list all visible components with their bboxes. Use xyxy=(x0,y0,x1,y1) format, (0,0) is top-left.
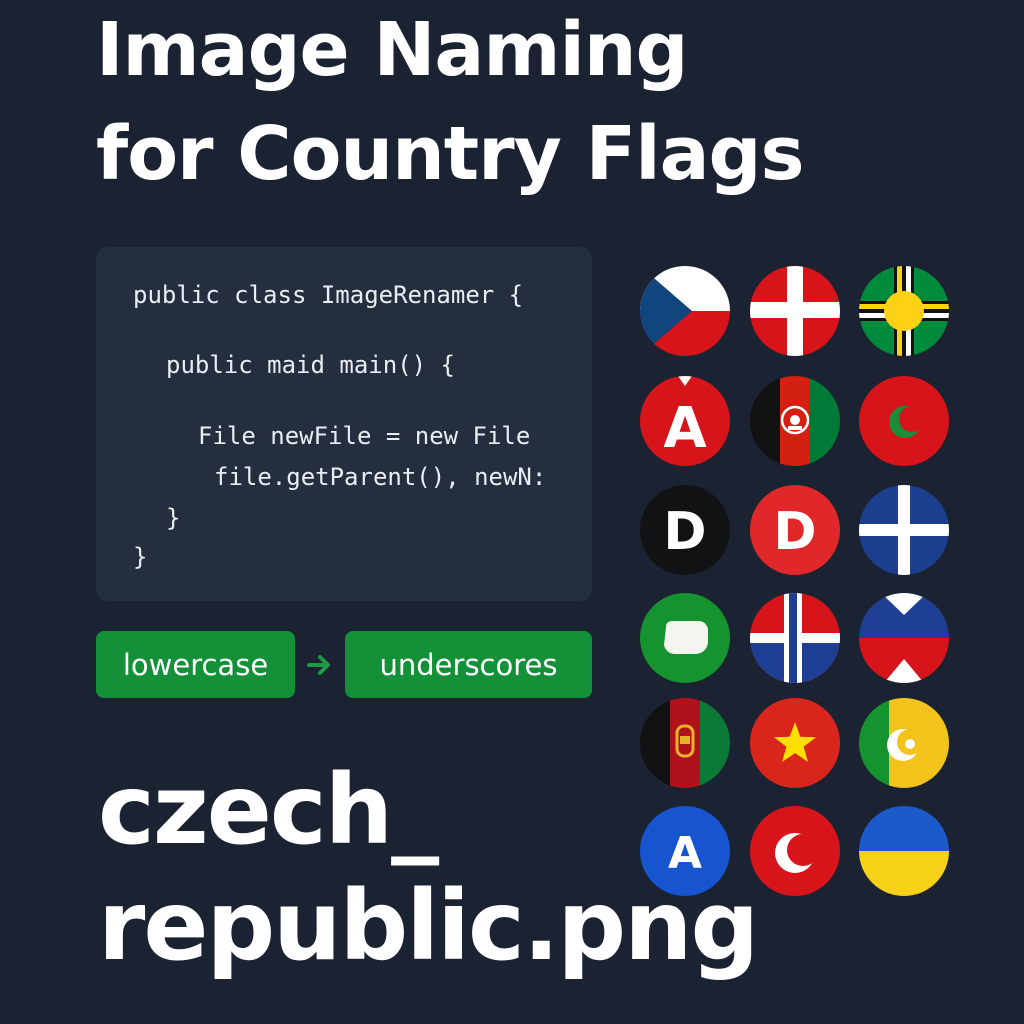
lowercase-step: lowercase xyxy=(96,631,295,698)
flag-blue-letter-a-icon: A xyxy=(640,806,730,896)
flag-czech-republic-icon xyxy=(640,266,730,356)
flag-red-letter-d-icon: D xyxy=(750,485,840,575)
flag-norway-cross-icon xyxy=(750,593,840,683)
code-line: } xyxy=(133,543,148,571)
title-line-2: for Country Flags xyxy=(96,111,805,197)
code-panel: public class ImageRenamer { public maid … xyxy=(96,247,592,601)
flag-green-yellow-crescent-icon xyxy=(859,698,949,788)
flag-black-letter-d-icon: D xyxy=(640,485,730,575)
flag-green-white-oval-icon xyxy=(640,593,730,683)
page-title: Image Naming for Country Flags xyxy=(96,0,805,206)
svg-text:D: D xyxy=(773,502,816,562)
flag-red-yellow-star-icon xyxy=(750,698,840,788)
flag-blue-white-cross-icon xyxy=(859,485,949,575)
flag-black-red-green-vertical-icon xyxy=(640,698,730,788)
flag-yellow-circle-cross-icon xyxy=(859,266,949,356)
svg-text:D: D xyxy=(663,502,706,562)
title-line-1: Image Naming xyxy=(96,7,688,93)
flag-blue-yellow-horizontal-icon xyxy=(859,806,949,896)
code-line: File newFile = new File xyxy=(198,422,531,450)
flag-afghanistan-icon xyxy=(750,376,840,466)
code-line: } xyxy=(166,504,181,532)
code-line: public maid main() { xyxy=(166,351,455,379)
flag-red-letter-a-icon: A xyxy=(640,376,730,466)
svg-text:A: A xyxy=(668,828,702,879)
svg-text:A: A xyxy=(663,396,707,461)
code-line: file.getParent(), newN: xyxy=(214,463,547,491)
flag-blue-red-chevron-icon xyxy=(859,593,949,683)
arrow-right-icon xyxy=(307,655,330,675)
flag-grid: A D D A xyxy=(640,266,950,898)
flag-red-green-crescent-icon xyxy=(859,376,949,466)
flag-red-crescent-icon xyxy=(750,806,840,896)
code-line: public class ImageRenamer { xyxy=(133,281,524,309)
flag-denmark-cross-icon xyxy=(750,266,840,356)
underscores-step: underscores xyxy=(345,631,592,698)
